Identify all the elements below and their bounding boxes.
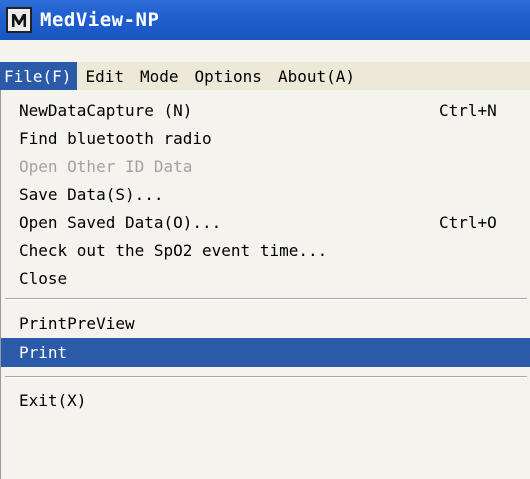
menu-item-open-other-id-data: Open Other ID Data <box>1 152 530 180</box>
menu-separator <box>5 376 527 378</box>
file-dropdown-menu: NewDataCapture (N) Ctrl+N Find bluetooth… <box>0 90 530 479</box>
menu-file[interactable]: File(F) <box>0 62 78 90</box>
menu-item-find-bluetooth-radio[interactable]: Find bluetooth radio <box>1 124 530 152</box>
menu-item-check-spo2-event-time[interactable]: Check out the SpO2 event time... <box>1 236 530 264</box>
menu-item-label: Open Saved Data(O)... <box>19 212 222 232</box>
menu-item-label: Exit(X) <box>19 390 87 410</box>
menu-item-print-preview[interactable]: PrintPreView <box>1 309 530 337</box>
menu-item-print[interactable]: Print <box>1 338 530 367</box>
menu-item-label: NewDataCapture (N) <box>19 100 193 120</box>
menu-bar: File(F) Edit Mode Options About(A) <box>0 62 530 90</box>
menu-item-label: Save Data(S)... <box>19 184 164 204</box>
menu-item-new-data-capture[interactable]: NewDataCapture (N) Ctrl+N <box>1 96 530 124</box>
menu-about[interactable]: About(A) <box>270 62 363 90</box>
menu-item-label: Print <box>19 343 68 362</box>
menu-item-exit[interactable]: Exit(X) <box>1 386 530 414</box>
menu-item-save-data[interactable]: Save Data(S)... <box>1 180 530 208</box>
menu-item-label: Find bluetooth radio <box>19 128 212 148</box>
menu-mode[interactable]: Mode <box>132 62 187 90</box>
menu-separator <box>5 298 527 300</box>
medview-app-icon[interactable] <box>6 7 32 33</box>
menu-item-label: Close <box>19 268 68 288</box>
menu-item-label: Open Other ID Data <box>19 156 193 176</box>
menu-item-open-saved-data[interactable]: Open Saved Data(O)... Ctrl+O <box>1 208 530 236</box>
menu-item-label: PrintPreView <box>19 313 135 333</box>
app-window: MedView-NP File(F) Edit Mode Options Abo… <box>0 0 530 479</box>
menu-item-shortcut: Ctrl+O <box>439 212 497 232</box>
menu-options[interactable]: Options <box>187 62 270 90</box>
menubar-spacer <box>0 40 530 62</box>
menu-item-label: Check out the SpO2 event time... <box>19 240 328 260</box>
menu-item-close[interactable]: Close <box>1 264 530 292</box>
menu-edit[interactable]: Edit <box>77 62 132 90</box>
menu-item-shortcut: Ctrl+N <box>439 100 497 120</box>
title-bar[interactable]: MedView-NP <box>0 0 530 40</box>
window-title: MedView-NP <box>40 9 160 31</box>
